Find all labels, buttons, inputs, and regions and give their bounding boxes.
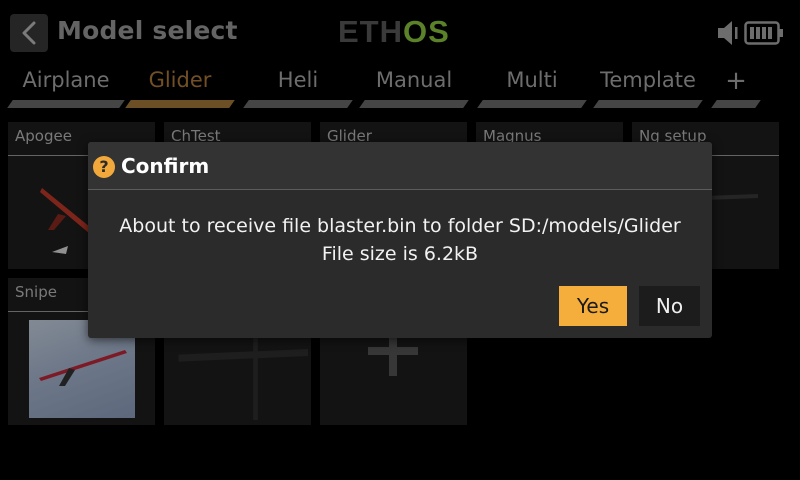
- dialog-message-line2: File size is 6.2kB: [321, 243, 479, 265]
- yes-button[interactable]: Yes: [559, 286, 627, 326]
- dialog-header: ? Confirm: [88, 142, 712, 190]
- no-button[interactable]: No: [639, 286, 700, 326]
- dialog-title: Confirm: [121, 154, 210, 178]
- question-icon: ?: [93, 156, 115, 178]
- confirm-dialog: ? Confirm About to receive file blaster.…: [88, 142, 712, 338]
- dialog-message: About to receive file blaster.bin to fol…: [88, 212, 712, 268]
- dialog-message-line1: About to receive file blaster.bin to fol…: [119, 215, 681, 237]
